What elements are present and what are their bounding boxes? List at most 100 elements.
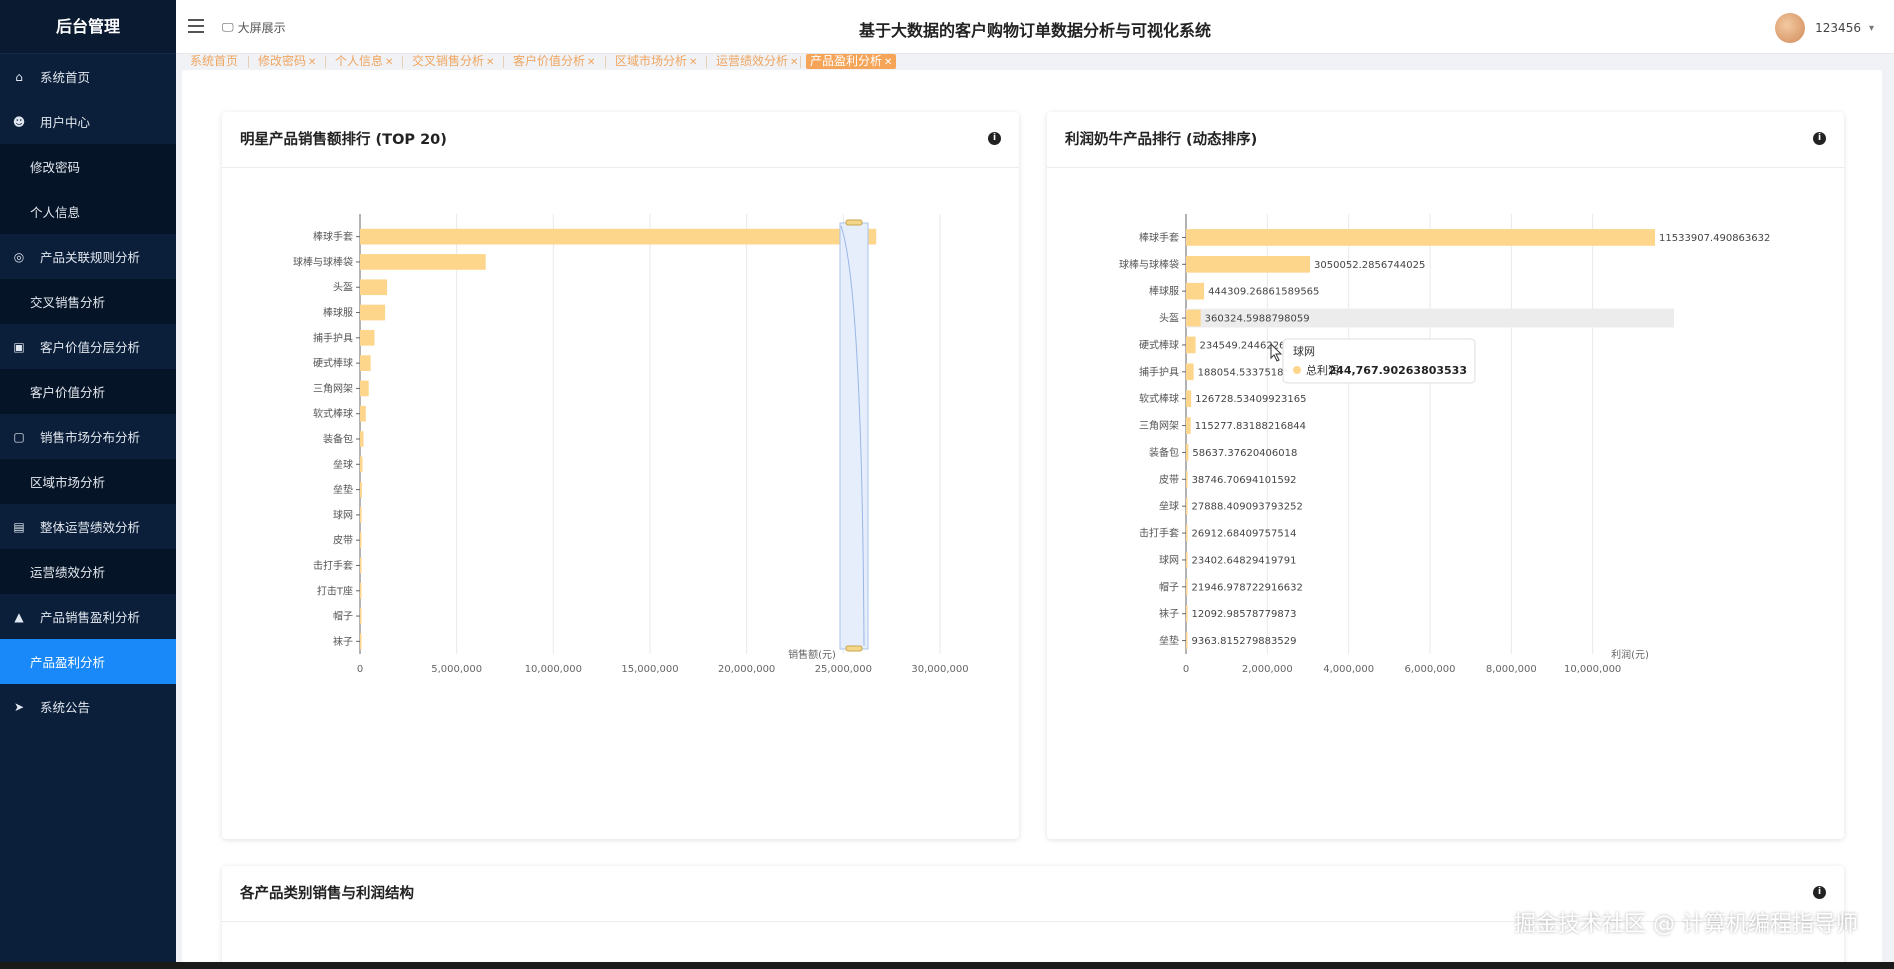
data-label: 38746.70694101592 (1192, 475, 1297, 486)
bar-14[interactable] (360, 582, 362, 599)
tag-label: 客户价值分析 (513, 54, 586, 68)
sidebar-item-4[interactable]: ◎ 产品关联规则分析 (0, 234, 176, 279)
tag-1[interactable]: 修改密码 ✕ (254, 54, 320, 69)
close-icon[interactable]: ✕ (486, 57, 494, 68)
x-tick-label: 0 (1183, 664, 1189, 675)
bar-3[interactable] (1186, 309, 1201, 327)
sidebar-item-11[interactable]: 运营绩效分析 (0, 549, 176, 594)
close-icon[interactable]: ✕ (689, 57, 697, 68)
avatar[interactable] (1775, 13, 1806, 43)
tag-0[interactable]: 系统首页 (186, 54, 242, 69)
category-structure-title-text: 各产品类别销售与利润结构 (240, 886, 414, 902)
sidebar-item-6[interactable]: ▣ 客户价值分层分析 (0, 324, 176, 369)
home-icon: ⌂ (15, 69, 23, 84)
close-icon[interactable]: ✕ (308, 57, 316, 68)
monitor-icon: 🖵 (222, 20, 234, 34)
bar-4[interactable] (1186, 336, 1196, 354)
bar-2[interactable] (1186, 282, 1205, 300)
tag-6[interactable]: 运营绩效分析 ✕ (712, 54, 802, 69)
data-label: 21946.978722916632 (1192, 582, 1303, 593)
bar-7[interactable] (360, 405, 366, 422)
zoom-handle-bottom[interactable] (845, 645, 863, 652)
tag-7[interactable]: 产品盈利分析 ✕ (806, 54, 897, 69)
bar-5[interactable] (360, 355, 371, 371)
bar-8[interactable] (360, 431, 364, 447)
sidebar-menu: ⌂ 系统首页 ☻ 用户中心 修改密码 个人信息 ◎ 产品关联规则分析 交叉销售分析 ▣ 客户价值分层… (0, 54, 176, 729)
tag-4[interactable]: 客户价值分析 ✕ (509, 54, 599, 69)
sidebar-item-1[interactable]: ☻ 用户中心 (0, 99, 176, 144)
bar-10[interactable] (1186, 497, 1188, 515)
page-title: 基于大数据的客户购物订单数据分析与可视化系统 (858, 21, 1211, 40)
tag-2[interactable]: 个人信息 ✕ (331, 54, 397, 69)
bar-15[interactable] (360, 608, 362, 624)
bar-13[interactable] (360, 557, 362, 574)
bar-13[interactable] (1186, 578, 1188, 596)
bar-15[interactable] (1186, 632, 1188, 649)
bar-1[interactable] (1186, 255, 1311, 273)
bar-5[interactable] (1186, 363, 1194, 381)
user-icon: ☻ (12, 114, 26, 129)
zoom-handle-top[interactable] (845, 219, 863, 226)
sidebar-item-label: 销售市场分布分析 (40, 430, 141, 445)
x-axis-label: 利润(元) (1611, 648, 1649, 661)
bar-14[interactable] (1186, 605, 1188, 623)
bar-6[interactable] (360, 380, 369, 397)
bar-0[interactable] (1186, 229, 1656, 246)
data-label: 126728.53409923165 (1195, 394, 1306, 405)
sidebar-item-13[interactable]: 产品盈利分析 (0, 639, 176, 684)
watermark: 掘金技术社区 @ 计算机编程指导师 (1514, 912, 1858, 937)
sidebar-item-12[interactable]: ▲ 产品销售盈利分析 (0, 594, 176, 639)
bar-9[interactable] (360, 456, 363, 473)
bar-0[interactable] (360, 228, 877, 245)
sidebar-item-5[interactable]: 交叉销售分析 (0, 279, 176, 324)
info-icon[interactable]: i (1813, 132, 1826, 145)
user-menu[interactable]: 123456 ▾ (1775, 13, 1874, 43)
big-screen-button[interactable]: 🖵 大屏展示 (222, 19, 286, 36)
bar-8[interactable] (1186, 444, 1189, 461)
bar-10[interactable] (360, 481, 362, 498)
category-label: 垒垫 (333, 483, 353, 496)
bar-11[interactable] (1186, 524, 1188, 542)
data-label: 23402.64829419791 (1192, 555, 1297, 566)
menu-toggle-icon[interactable] (188, 19, 204, 33)
close-icon[interactable]: ✕ (790, 57, 798, 68)
bar-9[interactable] (1186, 470, 1188, 488)
bar-4[interactable] (360, 329, 375, 346)
tag-label: 运营绩效分析 (716, 54, 789, 68)
bar-3[interactable] (360, 304, 386, 321)
bar-11[interactable] (360, 507, 362, 523)
close-icon[interactable]: ✕ (884, 57, 892, 68)
bar-6[interactable] (1186, 390, 1192, 408)
sidebar-item-10[interactable]: ▤ 整体运营绩效分析 (0, 504, 176, 549)
category-label: 头盔 (333, 281, 353, 294)
category-label: 棒球服 (323, 306, 353, 319)
chevron-down-icon[interactable]: ▾ (1869, 23, 1874, 34)
data-label: 27888.409093793252 (1192, 502, 1303, 513)
close-icon[interactable]: ✕ (587, 57, 595, 68)
sidebar-item-0[interactable]: ⌂ 系统首页 (0, 54, 176, 99)
sidebar-item-2[interactable]: 修改密码 (0, 144, 176, 189)
sidebar-item-8[interactable]: ▢ 销售市场分布分析 (0, 414, 176, 459)
category-label: 装备包 (1149, 446, 1179, 459)
close-icon[interactable]: ✕ (385, 57, 393, 68)
sales-ranking-card: 明星产品销售额排行 (TOP 20) i 0 5,000,000 10,000,00… (222, 112, 1019, 839)
bar-16[interactable] (360, 633, 362, 650)
tag-3[interactable]: 交叉销售分析 ✕ (408, 54, 498, 69)
sidebar-item-9[interactable]: 区域市场分析 (0, 459, 176, 504)
sidebar-item-14[interactable]: ➤ 系统公告 (0, 684, 176, 729)
bar-2[interactable] (360, 279, 388, 296)
data-label: 234549.24462262 (1200, 340, 1292, 351)
info-icon[interactable]: i (1813, 886, 1826, 899)
bar-7[interactable] (1186, 417, 1191, 434)
bar-12[interactable] (360, 532, 362, 549)
category-label: 垒球 (1159, 500, 1179, 513)
tag-divider (605, 56, 606, 68)
tag-5[interactable]: 区域市场分析 ✕ (611, 54, 701, 69)
bar-1[interactable] (360, 254, 486, 270)
sidebar-item-7[interactable]: 客户价值分析 (0, 369, 176, 414)
category-label: 球棒与球棒袋 (293, 255, 353, 268)
sidebar-item-3[interactable]: 个人信息 (0, 189, 176, 234)
sidebar-item-label: 产品关联规则分析 (40, 250, 141, 265)
info-icon[interactable]: i (988, 132, 1001, 145)
bar-12[interactable] (1186, 551, 1188, 569)
